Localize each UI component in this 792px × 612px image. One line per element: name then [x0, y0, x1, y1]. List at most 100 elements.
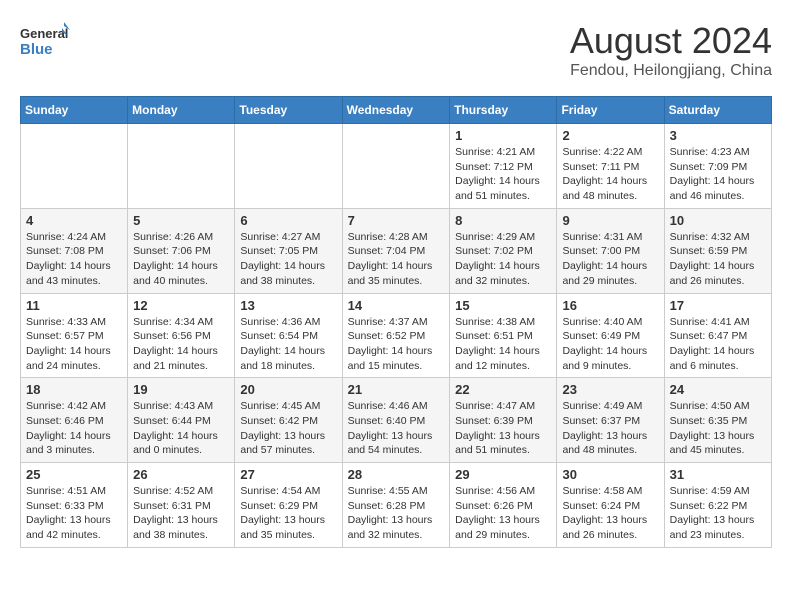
day-cell: 22 Sunrise: 4:47 AM Sunset: 6:39 PM Dayli… — [450, 378, 557, 463]
day-cell: 28 Sunrise: 4:55 AM Sunset: 6:28 PM Dayli… — [342, 463, 450, 548]
day-info: Sunrise: 4:38 AM Sunset: 6:51 PM Dayligh… — [455, 315, 551, 374]
week-row-2: 4 Sunrise: 4:24 AM Sunset: 7:08 PM Daylig… — [21, 208, 772, 293]
day-number: 4 — [26, 213, 122, 228]
day-info: Sunrise: 4:40 AM Sunset: 6:49 PM Dayligh… — [562, 315, 658, 374]
weekday-saturday: Saturday — [664, 97, 771, 124]
day-number: 13 — [240, 298, 336, 313]
calendar-header: SundayMondayTuesdayWednesdayThursdayFrid… — [21, 97, 772, 124]
weekday-monday: Monday — [128, 97, 235, 124]
day-info: Sunrise: 4:55 AM Sunset: 6:28 PM Dayligh… — [348, 484, 445, 543]
day-info: Sunrise: 4:42 AM Sunset: 6:46 PM Dayligh… — [26, 399, 122, 458]
day-number: 27 — [240, 467, 336, 482]
day-number: 17 — [670, 298, 766, 313]
page-title: August 2024 — [570, 20, 772, 62]
day-number: 5 — [133, 213, 229, 228]
day-number: 8 — [455, 213, 551, 228]
day-cell: 1 Sunrise: 4:21 AM Sunset: 7:12 PM Daylig… — [450, 124, 557, 209]
day-info: Sunrise: 4:22 AM Sunset: 7:11 PM Dayligh… — [562, 145, 658, 204]
day-info: Sunrise: 4:59 AM Sunset: 6:22 PM Dayligh… — [670, 484, 766, 543]
calendar-table: SundayMondayTuesdayWednesdayThursdayFrid… — [20, 96, 772, 548]
day-cell: 8 Sunrise: 4:29 AM Sunset: 7:02 PM Daylig… — [450, 208, 557, 293]
day-number: 7 — [348, 213, 445, 228]
day-number: 28 — [348, 467, 445, 482]
day-info: Sunrise: 4:51 AM Sunset: 6:33 PM Dayligh… — [26, 484, 122, 543]
day-cell: 9 Sunrise: 4:31 AM Sunset: 7:00 PM Daylig… — [557, 208, 664, 293]
day-info: Sunrise: 4:26 AM Sunset: 7:06 PM Dayligh… — [133, 230, 229, 289]
day-cell: 11 Sunrise: 4:33 AM Sunset: 6:57 PM Dayli… — [21, 293, 128, 378]
day-number: 2 — [562, 128, 658, 143]
day-info: Sunrise: 4:49 AM Sunset: 6:37 PM Dayligh… — [562, 399, 658, 458]
day-info: Sunrise: 4:34 AM Sunset: 6:56 PM Dayligh… — [133, 315, 229, 374]
day-cell: 10Sunrise: 4:32 AM Sunset: 6:59 PM Dayli… — [664, 208, 771, 293]
day-info: Sunrise: 4:50 AM Sunset: 6:35 PM Dayligh… — [670, 399, 766, 458]
day-info: Sunrise: 4:43 AM Sunset: 6:44 PM Dayligh… — [133, 399, 229, 458]
day-number: 14 — [348, 298, 445, 313]
weekday-friday: Friday — [557, 97, 664, 124]
day-info: Sunrise: 4:29 AM Sunset: 7:02 PM Dayligh… — [455, 230, 551, 289]
day-cell: 30 Sunrise: 4:58 AM Sunset: 6:24 PM Dayli… — [557, 463, 664, 548]
day-cell: 25 Sunrise: 4:51 AM Sunset: 6:33 PM Dayli… — [21, 463, 128, 548]
day-cell: 15 Sunrise: 4:38 AM Sunset: 6:51 PM Dayli… — [450, 293, 557, 378]
weekday-sunday: Sunday — [21, 97, 128, 124]
day-cell: 21Sunrise: 4:46 AM Sunset: 6:40 PM Dayli… — [342, 378, 450, 463]
day-info: Sunrise: 4:46 AM Sunset: 6:40 PM Dayligh… — [348, 399, 445, 458]
calendar-body: 1 Sunrise: 4:21 AM Sunset: 7:12 PM Daylig… — [21, 124, 772, 548]
day-info: Sunrise: 4:33 AM Sunset: 6:57 PM Dayligh… — [26, 315, 122, 374]
day-info: Sunrise: 4:36 AM Sunset: 6:54 PM Dayligh… — [240, 315, 336, 374]
weekday-header-row: SundayMondayTuesdayWednesdayThursdayFrid… — [21, 97, 772, 124]
day-number: 31 — [670, 467, 766, 482]
day-number: 20 — [240, 382, 336, 397]
day-info: Sunrise: 4:24 AM Sunset: 7:08 PM Dayligh… — [26, 230, 122, 289]
day-info: Sunrise: 4:54 AM Sunset: 6:29 PM Dayligh… — [240, 484, 336, 543]
weekday-tuesday: Tuesday — [235, 97, 342, 124]
day-cell: 12 Sunrise: 4:34 AM Sunset: 6:56 PM Dayli… — [128, 293, 235, 378]
week-row-1: 1 Sunrise: 4:21 AM Sunset: 7:12 PM Daylig… — [21, 124, 772, 209]
day-number: 25 — [26, 467, 122, 482]
day-info: Sunrise: 4:31 AM Sunset: 7:00 PM Dayligh… — [562, 230, 658, 289]
day-number: 29 — [455, 467, 551, 482]
day-cell: 6Sunrise: 4:27 AM Sunset: 7:05 PM Daylig… — [235, 208, 342, 293]
day-cell — [342, 124, 450, 209]
day-number: 12 — [133, 298, 229, 313]
page-header: General Blue August 2024 Fendou, Heilong… — [20, 20, 772, 80]
day-number: 1 — [455, 128, 551, 143]
day-info: Sunrise: 4:27 AM Sunset: 7:05 PM Dayligh… — [240, 230, 336, 289]
logo-svg: General Blue — [20, 20, 70, 60]
day-cell: 2 Sunrise: 4:22 AM Sunset: 7:11 PM Daylig… — [557, 124, 664, 209]
svg-text:Blue: Blue — [20, 41, 53, 58]
day-cell: 27 Sunrise: 4:54 AM Sunset: 6:29 PM Dayli… — [235, 463, 342, 548]
day-cell: 19 Sunrise: 4:43 AM Sunset: 6:44 PM Dayli… — [128, 378, 235, 463]
svg-text:General: General — [20, 26, 68, 41]
day-number: 15 — [455, 298, 551, 313]
day-info: Sunrise: 4:56 AM Sunset: 6:26 PM Dayligh… — [455, 484, 551, 543]
page-subtitle: Fendou, Heilongjiang, China — [570, 62, 772, 80]
day-cell: 4 Sunrise: 4:24 AM Sunset: 7:08 PM Daylig… — [21, 208, 128, 293]
day-cell: 5 Sunrise: 4:26 AM Sunset: 7:06 PM Daylig… — [128, 208, 235, 293]
week-row-4: 18 Sunrise: 4:42 AM Sunset: 6:46 PM Dayli… — [21, 378, 772, 463]
day-number: 16 — [562, 298, 658, 313]
weekday-thursday: Thursday — [450, 97, 557, 124]
day-cell — [21, 124, 128, 209]
day-info: Sunrise: 4:21 AM Sunset: 7:12 PM Dayligh… — [455, 145, 551, 204]
week-row-3: 11 Sunrise: 4:33 AM Sunset: 6:57 PM Dayli… — [21, 293, 772, 378]
title-block: August 2024 Fendou, Heilongjiang, China — [570, 20, 772, 80]
day-number: 11 — [26, 298, 122, 313]
day-cell: 13 Sunrise: 4:36 AM Sunset: 6:54 PM Dayli… — [235, 293, 342, 378]
day-cell — [235, 124, 342, 209]
day-number: 10 — [670, 213, 766, 228]
day-info: Sunrise: 4:37 AM Sunset: 6:52 PM Dayligh… — [348, 315, 445, 374]
day-number: 23 — [562, 382, 658, 397]
day-number: 9 — [562, 213, 658, 228]
day-info: Sunrise: 4:58 AM Sunset: 6:24 PM Dayligh… — [562, 484, 658, 543]
week-row-5: 25 Sunrise: 4:51 AM Sunset: 6:33 PM Dayli… — [21, 463, 772, 548]
day-info: Sunrise: 4:47 AM Sunset: 6:39 PM Dayligh… — [455, 399, 551, 458]
day-number: 30 — [562, 467, 658, 482]
day-cell: 31 Sunrise: 4:59 AM Sunset: 6:22 PM Dayli… — [664, 463, 771, 548]
day-number: 19 — [133, 382, 229, 397]
day-number: 18 — [26, 382, 122, 397]
day-info: Sunrise: 4:41 AM Sunset: 6:47 PM Dayligh… — [670, 315, 766, 374]
day-number: 22 — [455, 382, 551, 397]
day-number: 26 — [133, 467, 229, 482]
weekday-wednesday: Wednesday — [342, 97, 450, 124]
day-cell: 29 Sunrise: 4:56 AM Sunset: 6:26 PM Dayli… — [450, 463, 557, 548]
